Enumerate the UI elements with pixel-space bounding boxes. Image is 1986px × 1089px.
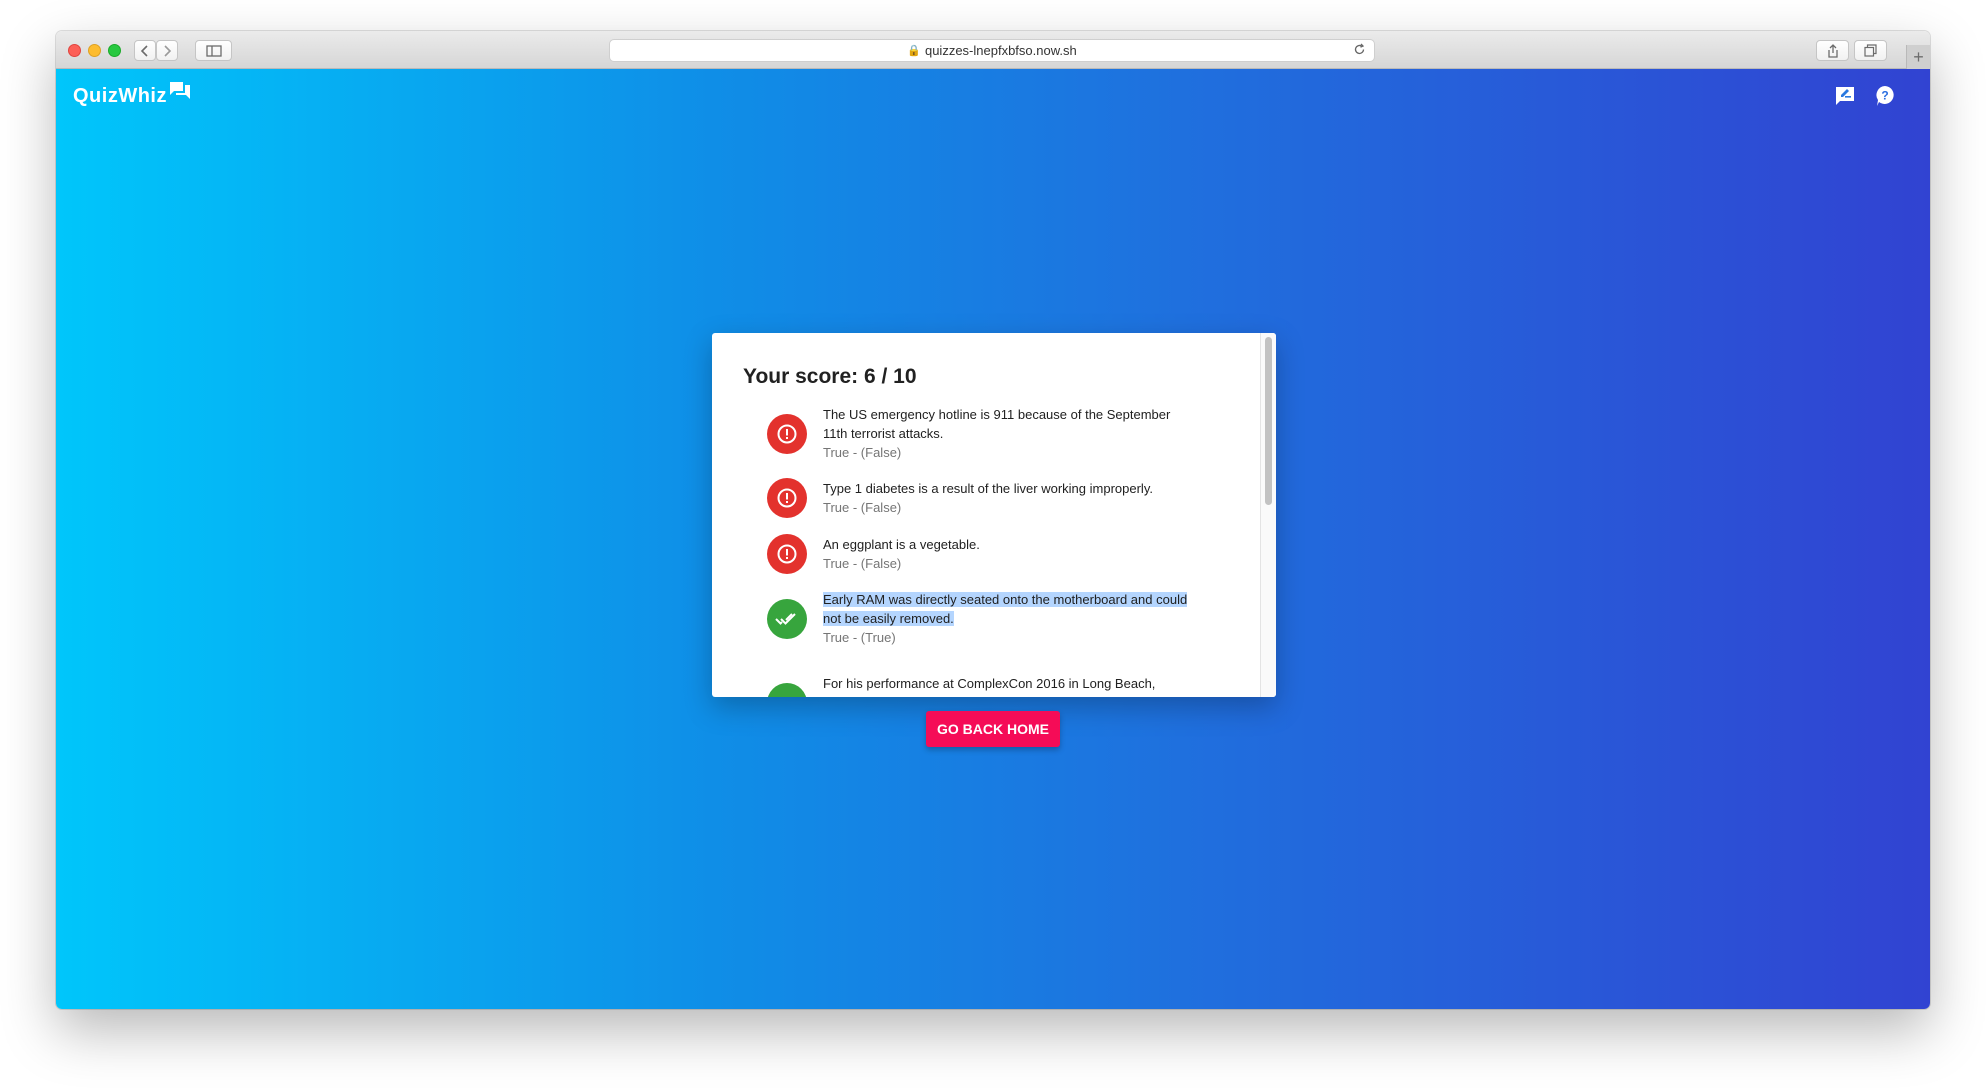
alert-circle-icon — [777, 488, 797, 508]
alert-circle-icon — [777, 424, 797, 443]
score-title: Your score: 6 / 10 — [743, 365, 917, 388]
incorrect-badge — [767, 534, 807, 574]
back-button[interactable] — [134, 40, 156, 61]
browser-window: 🔒 quizzes-lnepfxbfso.now.sh + QuizWhiz ?… — [56, 31, 1930, 1009]
answer-text: True - (False) — [823, 556, 902, 571]
new-tab-button[interactable]: + — [1906, 45, 1930, 69]
address-bar[interactable]: 🔒 quizzes-lnepfxbfso.now.sh — [609, 39, 1375, 62]
url-text: quizzes-lnepfxbfso.now.sh — [924, 43, 1077, 58]
question-text: Type 1 diabetes is a result of the liver… — [823, 481, 1153, 496]
question-text: An eggplant is a vegetable. — [823, 537, 980, 552]
help-icon[interactable]: ? — [1874, 85, 1896, 107]
feedback-icon[interactable] — [1834, 85, 1856, 107]
scrollbar-thumb[interactable] — [1265, 337, 1272, 505]
question-text: The US emergency hotline is 911 because … — [823, 407, 1171, 441]
tabs-icon — [1864, 44, 1877, 57]
result-item: For his performance at ComplexCon 2016 i… — [743, 663, 1260, 697]
zoom-window-button[interactable] — [108, 44, 121, 57]
result-item: The US emergency hotline is 911 because … — [743, 405, 1260, 462]
result-item: An eggplant is a vegetable. True - (Fals… — [743, 534, 1260, 574]
dialog-scrollbar[interactable] — [1260, 333, 1276, 697]
answer-text: True - (False) — [823, 445, 902, 460]
correct-badge — [767, 683, 807, 697]
lock-icon: 🔒 — [907, 45, 921, 57]
minimize-window-button[interactable] — [88, 44, 101, 57]
score-dialog: Your score: 6 / 10 The US emergency hotl… — [712, 333, 1276, 697]
logo-text: QuizWhiz — [73, 85, 167, 107]
share-icon — [1827, 43, 1838, 58]
page-content: QuizWhiz ? Your score: 6 / 10 The US eme… — [56, 69, 1930, 1009]
incorrect-badge — [767, 478, 807, 518]
results-list[interactable]: Your score: 6 / 10 The US emergency hotl… — [712, 333, 1260, 697]
browser-toolbar: 🔒 quizzes-lnepfxbfso.now.sh + — [56, 31, 1930, 69]
alert-circle-icon — [777, 544, 797, 564]
incorrect-badge — [767, 413, 807, 454]
sidebar-toggle-button[interactable] — [195, 40, 232, 61]
question-text: For his performance at ComplexCon 2016 i… — [823, 676, 1170, 697]
chevron-left-icon — [140, 44, 148, 57]
header-actions: ? — [1834, 85, 1896, 107]
answer-text: True - (False) — [823, 500, 902, 515]
chat-bubbles-icon — [169, 81, 191, 107]
chevron-right-icon — [164, 44, 172, 57]
sidebar-icon — [205, 44, 222, 57]
reload-icon[interactable] — [1353, 43, 1366, 59]
svg-text:?: ? — [1881, 89, 1888, 103]
app-logo[interactable]: QuizWhiz — [73, 82, 191, 108]
result-item: Early RAM was directly seated onto the m… — [743, 590, 1260, 647]
forward-button[interactable] — [156, 40, 178, 61]
double-check-icon — [775, 612, 796, 625]
go-back-home-button[interactable]: GO BACK HOME — [926, 711, 1060, 747]
correct-badge — [767, 598, 807, 639]
tabs-overview-button[interactable] — [1854, 40, 1887, 61]
answer-text: True - (True) — [823, 630, 896, 645]
result-item: Type 1 diabetes is a result of the liver… — [743, 478, 1260, 518]
plus-icon: + — [1913, 46, 1924, 67]
share-button[interactable] — [1816, 40, 1849, 61]
double-check-icon — [775, 695, 799, 697]
question-text: Early RAM was directly seated onto the m… — [823, 592, 1188, 626]
close-window-button[interactable] — [68, 44, 81, 57]
